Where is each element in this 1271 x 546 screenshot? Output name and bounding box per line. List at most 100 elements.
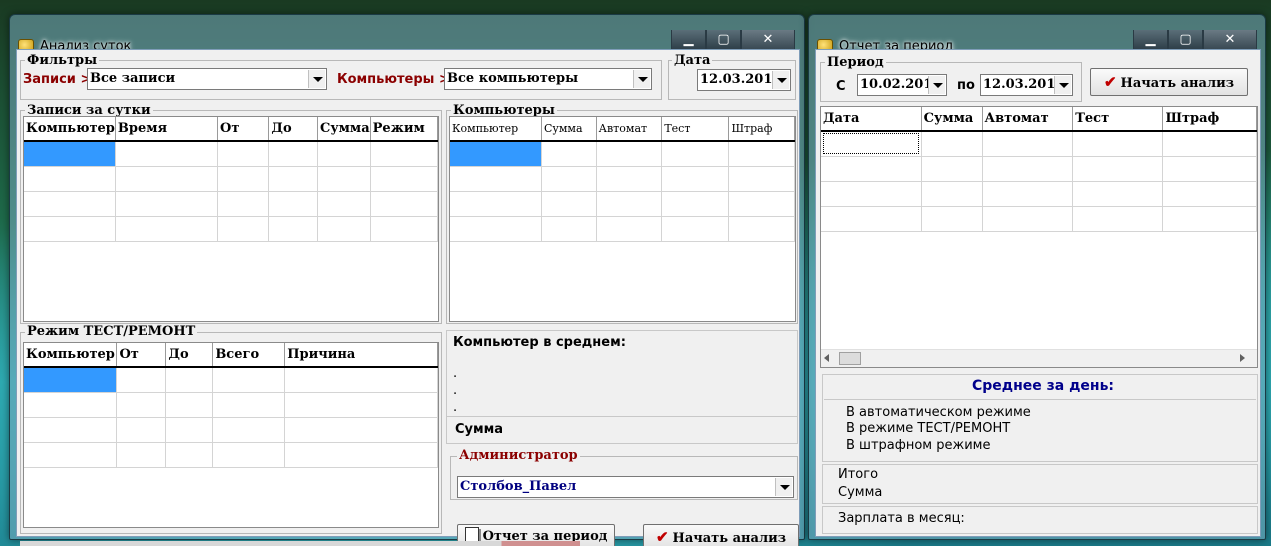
computers-grid[interactable]: Компьютер Сумма Автомат Тест Штраф — [449, 116, 796, 322]
start-analysis-button[interactable]: ✔ Начать анализ — [643, 524, 799, 546]
average-dot: . — [453, 383, 458, 398]
test-grid-header: Компьютер От До Всего Причина — [24, 343, 438, 368]
administrator-value: Столбов_Павел — [460, 479, 577, 494]
records-grid-header: Компьютер Время От До Сумма Режим — [24, 117, 438, 142]
date-picker[interactable]: 12.03.2017 — [697, 69, 791, 91]
column-header[interactable]: Причина — [284, 343, 438, 368]
administrator-select[interactable]: Столбов_Павел — [457, 476, 794, 498]
daily-average-title: Среднее за день: — [972, 378, 1115, 394]
table-row[interactable] — [450, 166, 795, 192]
period-to-picker[interactable]: 12.03.2017 — [980, 74, 1073, 96]
table-row[interactable] — [450, 141, 795, 167]
column-header[interactable]: Автомат — [596, 117, 663, 142]
table-row[interactable] — [24, 191, 438, 217]
table-row[interactable] — [24, 417, 438, 443]
grid-cell[interactable] — [450, 141, 542, 167]
table-row[interactable] — [821, 131, 1257, 157]
grid-cell[interactable] — [821, 131, 922, 157]
test-repair-grid[interactable]: Компьютер От До Всего Причина — [23, 342, 439, 528]
scroll-right-arrow-icon[interactable] — [1240, 354, 1245, 362]
column-header[interactable]: Время — [115, 117, 219, 142]
chevron-down-icon[interactable] — [928, 76, 945, 94]
computers-filter-label: Компьютеры > — [337, 72, 450, 87]
start-analysis-label: Начать анализ — [1120, 76, 1235, 91]
computer-average-label: Компьютер в среднем: — [453, 335, 626, 350]
column-header[interactable]: Штраф — [728, 117, 795, 142]
date-value: 12.03.2017 — [700, 72, 782, 87]
column-header[interactable]: До — [268, 117, 318, 142]
totals-panel — [822, 464, 1258, 504]
chevron-down-icon[interactable] — [633, 70, 650, 88]
column-header[interactable]: Штраф — [1162, 107, 1257, 132]
table-row[interactable] — [24, 166, 438, 192]
table-row[interactable] — [450, 216, 795, 242]
chevron-down-icon[interactable] — [775, 478, 792, 496]
column-header[interactable]: Компьютер — [24, 343, 118, 368]
checkmark-icon: ✔ — [655, 528, 669, 546]
table-row[interactable] — [24, 367, 438, 393]
column-header[interactable]: Тест — [1072, 107, 1164, 132]
test-repair-group-label: Режим ТЕСТ/РЕМОНТ — [25, 324, 198, 339]
table-row[interactable] — [821, 206, 1257, 232]
start-analysis-button[interactable]: ✔ Начать анализ — [1090, 68, 1248, 96]
table-row[interactable] — [821, 156, 1257, 182]
table-row[interactable] — [24, 141, 438, 167]
column-header[interactable]: Автомат — [982, 107, 1074, 132]
daily-avg-line: В автоматическом режиме — [846, 405, 1031, 420]
horizontal-scrollbar[interactable] — [821, 349, 1257, 367]
column-header[interactable]: До — [165, 343, 214, 368]
computers-filter-value: Все компьютеры — [447, 71, 579, 86]
column-header[interactable]: Сумма — [921, 107, 983, 132]
daily-avg-line: В штрафном режиме — [846, 438, 991, 453]
period-to-label: по — [957, 78, 975, 93]
table-row[interactable] — [821, 181, 1257, 207]
administrator-group-label: Администратор — [457, 448, 580, 463]
column-header[interactable]: Всего — [212, 343, 286, 368]
table-row[interactable] — [24, 216, 438, 242]
column-header[interactable]: Дата — [821, 107, 922, 132]
average-sum-label: Сумма — [455, 422, 504, 437]
total-label: Итого — [838, 467, 879, 482]
table-row[interactable] — [24, 392, 438, 418]
divider — [446, 416, 798, 417]
records-filter-value: Все записи — [90, 71, 176, 86]
scroll-thumb[interactable] — [839, 352, 861, 365]
period-to-value: 12.03.2017 — [983, 77, 1065, 92]
period-from-label: С — [836, 79, 846, 94]
checkmark-icon: ✔ — [1103, 73, 1117, 91]
column-header[interactable]: От — [116, 343, 167, 368]
daily-avg-line: В режиме ТЕСТ/РЕМОНТ — [846, 421, 1011, 436]
scroll-left-arrow-icon[interactable] — [824, 354, 829, 362]
divider — [824, 399, 1256, 400]
chevron-down-icon[interactable] — [1054, 76, 1071, 94]
column-header[interactable]: От — [217, 117, 270, 142]
chevron-down-icon[interactable] — [772, 71, 789, 89]
window-client-area: Период С 10.02.2017 по 12.03.2017 ✔ Начат… — [815, 49, 1261, 537]
sum-label: Сумма — [838, 485, 883, 500]
period-from-picker[interactable]: 10.02.2017 — [857, 74, 947, 96]
column-header[interactable]: Сумма — [317, 117, 371, 142]
salary-label: Зарплата в месяц: — [838, 511, 965, 526]
filters-group-label: Фильтры — [25, 53, 100, 68]
column-header[interactable]: Тест — [661, 117, 730, 142]
average-dot: . — [453, 400, 458, 415]
column-header[interactable]: Режим — [370, 117, 438, 142]
column-header[interactable]: Компьютер — [24, 117, 116, 142]
records-filter-select[interactable]: Все записи — [87, 68, 327, 90]
column-header[interactable]: Компьютер — [450, 117, 542, 142]
period-grid[interactable]: Дата Сумма Автомат Тест Штраф — [820, 106, 1258, 368]
table-row[interactable] — [24, 442, 438, 468]
period-report-window: Отчет за период ▁ ▢ ✕ Период С 10.02.201… — [808, 14, 1266, 540]
grid-cell[interactable] — [24, 367, 118, 393]
records-filter-label: Записи > — [23, 72, 92, 87]
taskbar-strip — [20, 541, 580, 546]
table-row[interactable] — [450, 191, 795, 217]
grid-cell[interactable] — [24, 141, 116, 167]
period-grid-header: Дата Сумма Автомат Тест Штраф — [821, 107, 1257, 132]
window-client-area: Фильтры Записи > Все записи Компьютеры >… — [16, 49, 800, 546]
chevron-down-icon[interactable] — [308, 70, 325, 88]
column-header[interactable]: Сумма — [541, 117, 597, 142]
records-grid[interactable]: Компьютер Время От До Сумма Режим — [23, 116, 439, 322]
date-group-label: Дата — [672, 53, 713, 68]
computers-filter-select[interactable]: Все компьютеры — [444, 68, 652, 90]
